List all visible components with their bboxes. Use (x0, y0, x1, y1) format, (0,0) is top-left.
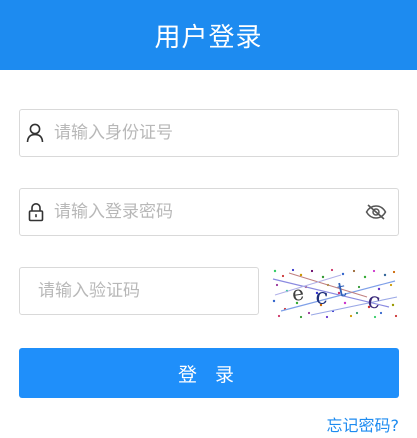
captcha-image[interactable]: e c t c (271, 267, 399, 319)
forgot-password-link[interactable]: 忘记密码? (327, 412, 400, 436)
captcha-input[interactable] (20, 268, 263, 314)
captcha-field (19, 267, 263, 315)
login-button-label: 登 录 (177, 363, 241, 386)
page-title: 用户登录 (154, 22, 263, 53)
password-field (19, 188, 399, 236)
id-card-input[interactable] (50, 110, 398, 156)
eye-slash-icon[interactable] (354, 189, 398, 235)
password-input[interactable] (50, 189, 354, 235)
user-icon (20, 110, 50, 156)
id-card-field (19, 109, 399, 157)
page-header: 用户登录 (0, 0, 417, 70)
captcha-char: c (314, 284, 329, 310)
login-button[interactable]: 登 录 (19, 348, 399, 398)
lock-icon (20, 189, 50, 235)
